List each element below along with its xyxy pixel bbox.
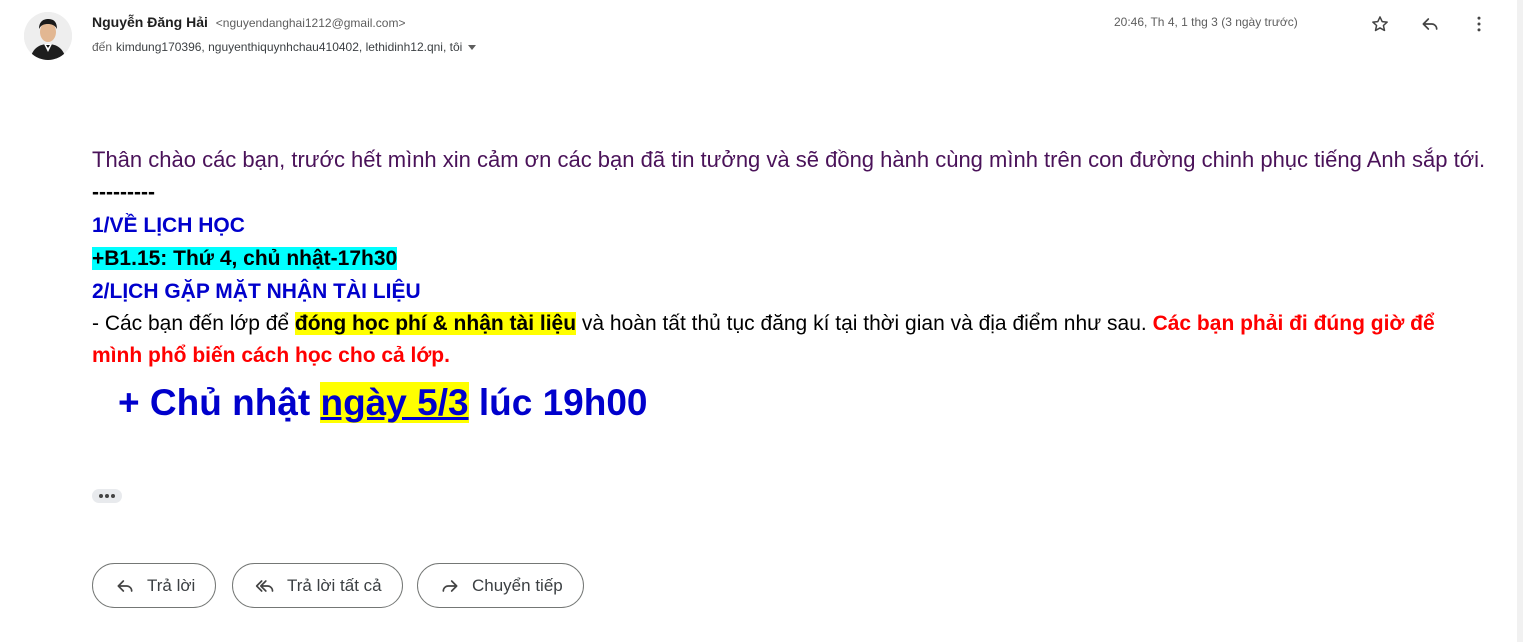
section1-title: 1/VỀ LỊCH HỌC [92, 214, 245, 237]
show-trimmed-content-button[interactable] [92, 489, 122, 503]
reply-all-icon [255, 579, 274, 592]
schedule-text: +B1.15: Thứ 4, chủ nhật-17h30 [92, 247, 398, 270]
instr-prefix: - Các bạn đến lớp để [92, 312, 295, 335]
forward-button-label: Chuyển tiếp [472, 575, 563, 595]
instructions-paragraph: - Các bạn đến lớp để đóng học phí & nhận… [92, 308, 1487, 372]
greeting-text: Thân chào các bạn, trước hết mình xin cả… [92, 147, 1486, 172]
ellipsis-dot [111, 494, 115, 498]
sender-line: Nguyễn Đăng Hải <nguyendanghai1212@gmail… [92, 14, 405, 30]
sender-email: <nguyendanghai1212@gmail.com> [215, 16, 406, 30]
reply-all-button-label: Trả lời tất cả [287, 575, 382, 595]
reply-button-label: Trả lời [147, 575, 196, 595]
more-vert-icon[interactable] [1467, 12, 1491, 36]
email-body: Thân chào các bạn, trước hết mình xin cả… [92, 143, 1487, 434]
recipients-line: đến kimdung170396, nguyenthiquynhchau410… [92, 40, 477, 54]
email-view: Nguyễn Đăng Hải <nguyendanghai1212@gmail… [0, 0, 1523, 642]
meeting-date: ngày 5/3 [320, 382, 469, 423]
sender-name[interactable]: Nguyễn Đăng Hải [92, 14, 208, 30]
forward-button[interactable]: Chuyển tiếp [417, 563, 584, 608]
forward-icon [442, 579, 458, 592]
meeting-line: + Chủ nhật ngày 5/3 lúc 19h00 [92, 372, 1487, 434]
reply-icon[interactable] [1418, 12, 1442, 36]
reply-icon [117, 579, 133, 592]
recipients-dropdown-icon[interactable] [468, 44, 477, 50]
reply-all-button[interactable]: Trả lời tất cả [232, 563, 403, 608]
divider-dashes: --------- [92, 181, 155, 204]
recipients-prefix: đến [92, 40, 113, 54]
star-icon[interactable] [1368, 12, 1392, 36]
scrollbar[interactable] [1517, 0, 1523, 642]
ellipsis-dot [99, 494, 103, 498]
ellipsis-dot [105, 494, 109, 498]
avatar[interactable] [24, 12, 72, 60]
instr-highlight: đóng học phí & nhận tài liệu [294, 312, 577, 335]
reply-button[interactable]: Trả lời [92, 563, 217, 608]
recipients-list: kimdung170396, nguyenthiquynhchau410402,… [116, 40, 463, 54]
instr-middle: và hoàn tất thủ tục đăng kí tại thời gia… [576, 312, 1153, 335]
meeting-prefix: + Chủ nhật [118, 382, 321, 423]
section2-title: 2/LỊCH GẶP MẶT NHẬN TÀI LIỆU [92, 280, 421, 303]
meeting-suffix: lúc 19h00 [468, 382, 648, 423]
timestamp: 20:46, Th 4, 1 thg 3 (3 ngày trước) [1114, 15, 1298, 29]
